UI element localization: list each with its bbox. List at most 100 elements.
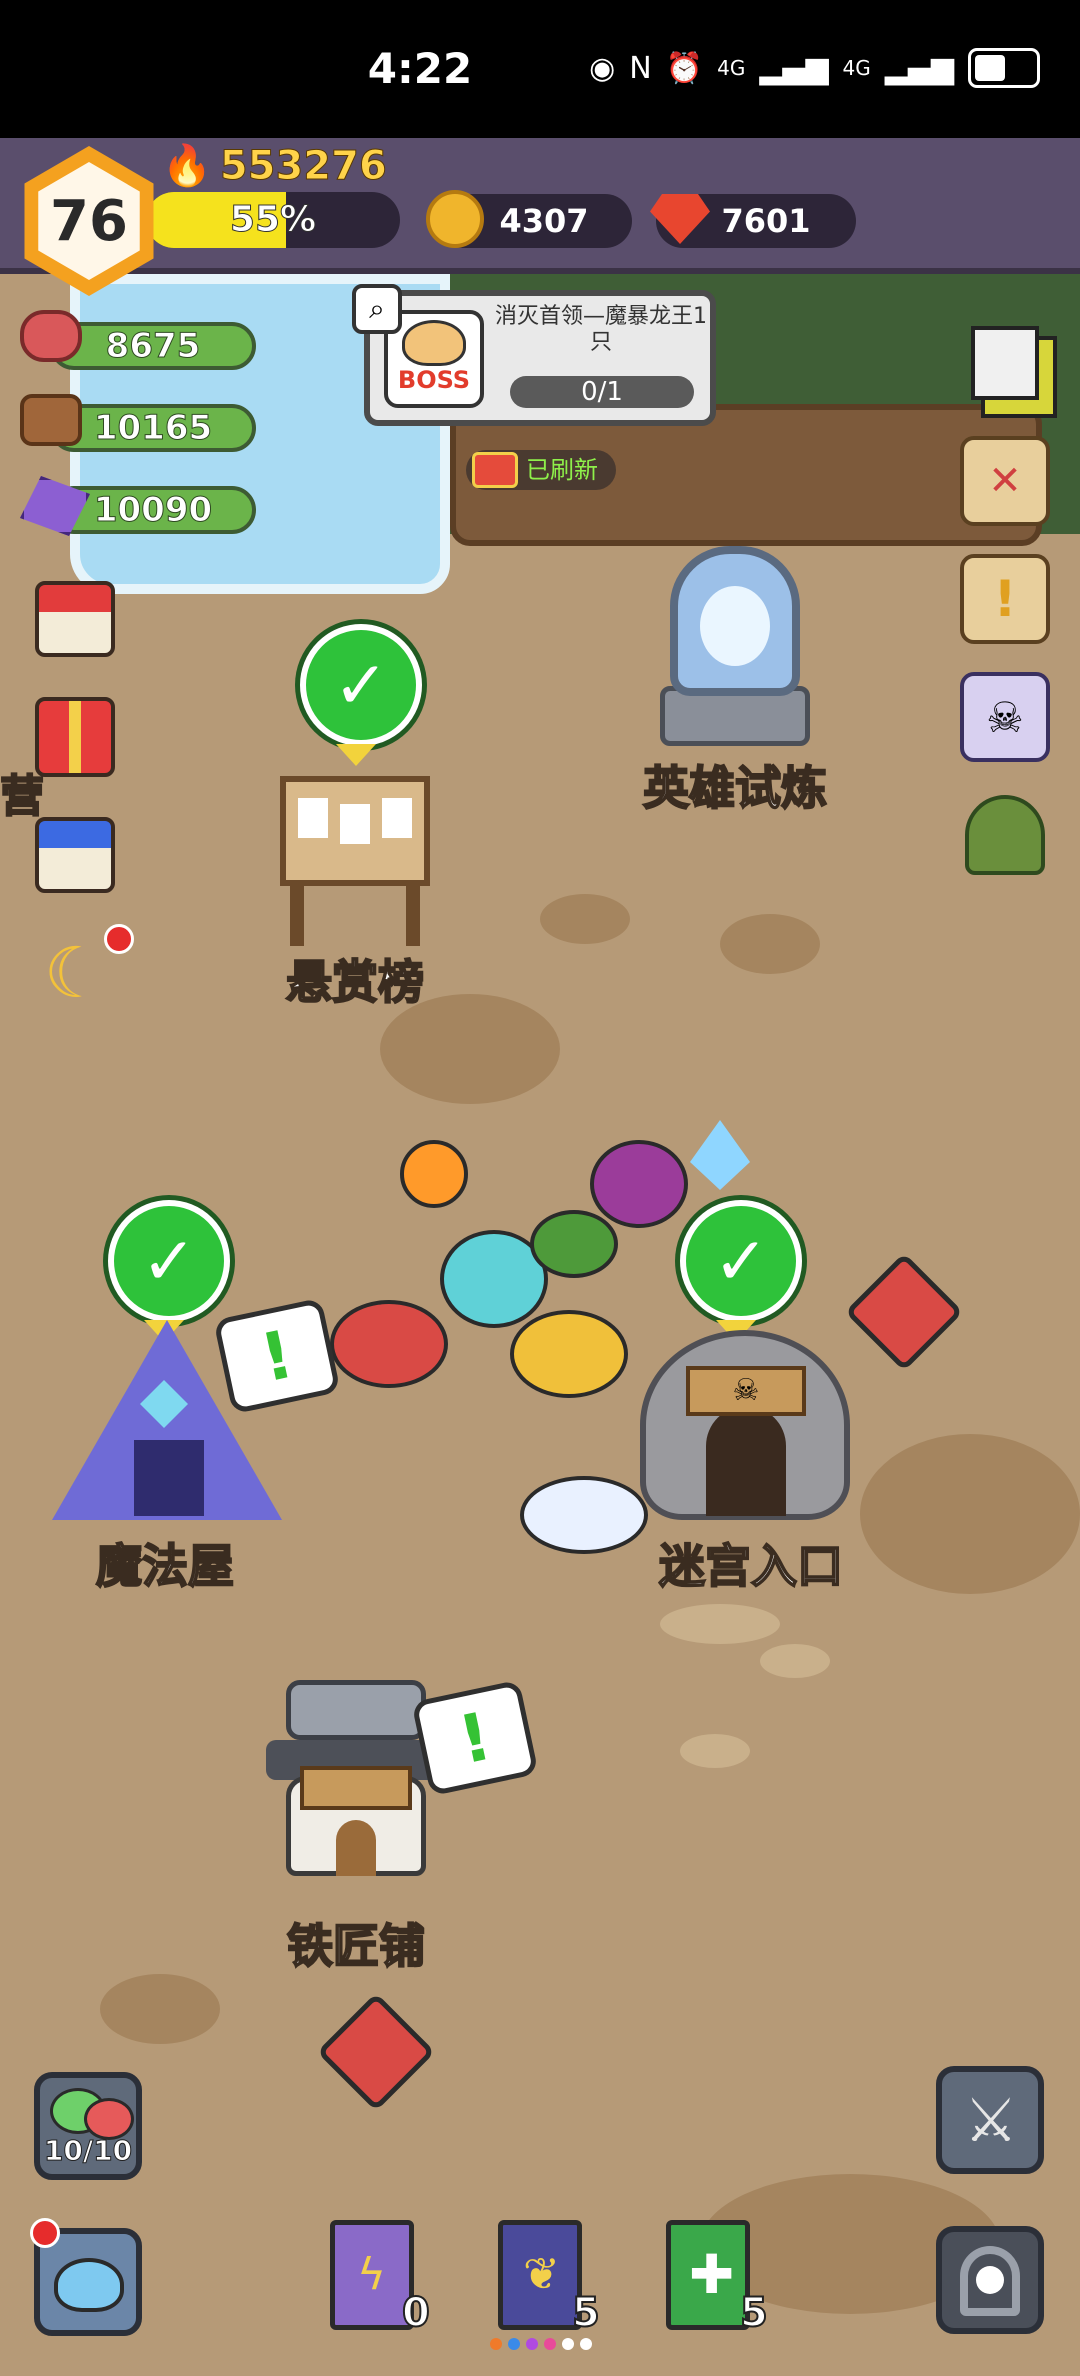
- slime-count: 10/10: [43, 2134, 133, 2168]
- ground-patch: [660, 1604, 780, 1644]
- signal-icon-1: ▂▄▆: [759, 50, 829, 86]
- ground-patch: [720, 914, 820, 974]
- lightning-icon: ϟ: [357, 2249, 387, 2300]
- quest-scroll-button[interactable]: !: [960, 554, 1050, 644]
- magic-house-label: 魔法屋: [95, 1538, 235, 1594]
- blue-slime-icon: [54, 2258, 124, 2312]
- crystal-value: 10090: [93, 490, 213, 531]
- anvil-sign-icon: [300, 1766, 412, 1810]
- meat-value: 8675: [105, 326, 201, 367]
- gold-display[interactable]: 4307: [426, 190, 632, 248]
- fire-orb-sprite: [400, 1140, 468, 1208]
- status-bar: 4:22 ◉ N ⏰ 4G ▂▄▆ 4G ▂▄▆: [0, 0, 1080, 138]
- boss-quest-title: 消灭首领—魔暴龙王1只: [495, 304, 707, 355]
- exp-percent: 55%: [229, 199, 317, 241]
- gift-icon: [35, 697, 115, 777]
- map-icon: ✕: [988, 458, 1022, 504]
- network-1-label: 4G: [717, 56, 746, 80]
- notification-dot: [104, 924, 134, 954]
- cave-door: [706, 1406, 786, 1516]
- bounty-board-label: 悬赏榜: [285, 954, 425, 1010]
- bounty-check-icon: ✓: [300, 624, 422, 746]
- refresh-status[interactable]: 已刷新: [466, 450, 616, 490]
- gold-book-button[interactable]: ❦: [498, 2220, 582, 2330]
- ground-patch: [860, 1434, 1080, 1594]
- gem-value: 7601: [721, 202, 811, 240]
- paper-note: [298, 798, 328, 838]
- battery-icon: [968, 48, 1040, 88]
- maze-entrance-building[interactable]: ☠: [640, 1330, 850, 1520]
- green-book-button[interactable]: ✚: [666, 2220, 750, 2330]
- exp-bar: 55%: [146, 192, 400, 248]
- shop-button[interactable]: [30, 574, 120, 664]
- notification-dot: [30, 2218, 60, 2248]
- discount-shop-button[interactable]: [30, 810, 120, 900]
- tree-house-icon: [965, 795, 1045, 875]
- exclamation-scroll-icon: !: [993, 570, 1017, 628]
- discount-shop-icon: [35, 817, 115, 893]
- potion-button[interactable]: ☠: [960, 672, 1050, 762]
- wood-log-icon: [20, 394, 82, 446]
- gold-value: 4307: [499, 202, 589, 240]
- board-leg: [290, 886, 304, 946]
- portal-gate-button[interactable]: [936, 2226, 1044, 2334]
- wood-value: 10165: [93, 408, 213, 449]
- gate-light: [976, 2266, 1004, 2294]
- green-book-count: 5: [739, 2289, 769, 2337]
- gold-coin-icon: [426, 190, 484, 248]
- slime-team-button[interactable]: 10/10: [34, 2072, 142, 2180]
- forge-door: [336, 1820, 376, 1876]
- skull-potion-icon: ☠: [986, 692, 1024, 742]
- ground-patch: [540, 894, 630, 944]
- cards-button[interactable]: [960, 318, 1050, 408]
- network-2-label: 4G: [842, 56, 871, 80]
- flame-icon: 🔥: [162, 143, 213, 190]
- hero-sprite: [510, 1310, 628, 1398]
- meat-icon: [20, 310, 82, 362]
- equipment-button[interactable]: ⚔: [936, 2066, 1044, 2174]
- ground-patch: [100, 1974, 220, 2044]
- bounty-board-building[interactable]: [280, 766, 430, 946]
- hero-trial-building[interactable]: [640, 546, 830, 756]
- gem-display[interactable]: 7601: [650, 194, 856, 248]
- bounty-pointer-icon: [336, 744, 376, 766]
- maze-check-icon: ✓: [680, 1200, 802, 1322]
- plus-cross-icon: ✚: [689, 2243, 735, 2306]
- boss-badge: BOSS: [397, 366, 471, 394]
- magic-house-check-icon: ✓: [108, 1200, 230, 1322]
- treasure-map-button[interactable]: ✕: [960, 436, 1050, 526]
- status-icons: ◉ N ⏰ 4G ▂▄▆ 4G ▂▄▆: [589, 48, 1040, 88]
- cards-icon: [971, 326, 1039, 400]
- hero-sprite: [530, 1210, 618, 1278]
- eye-icon: ◉: [589, 50, 616, 86]
- book-progress-dots: [490, 2338, 592, 2350]
- hero-sprite: [330, 1300, 448, 1388]
- maze-entrance-label: 迷宫入口: [658, 1538, 844, 1594]
- ground-patch: [760, 1644, 830, 1678]
- player-level-value: 76: [38, 162, 140, 280]
- anvil-top: [286, 1680, 426, 1740]
- ground-patch: [680, 1734, 750, 1768]
- paper-note: [382, 798, 412, 838]
- gold-book-count: 5: [571, 2289, 601, 2337]
- nfc-icon: N: [629, 50, 652, 86]
- search-icon[interactable]: ⌕: [352, 284, 402, 334]
- board-leg: [406, 886, 420, 946]
- hero-party[interactable]: [320, 1080, 750, 1430]
- shop-icon: [35, 581, 115, 657]
- boss-quest-card[interactable]: BOSS 消灭首领—魔暴龙王1只 0/1: [364, 290, 716, 426]
- lightning-book-count: 0: [401, 2289, 431, 2337]
- house-button[interactable]: [960, 790, 1050, 880]
- sword-shield-icon: ⚔: [964, 2086, 1018, 2156]
- skull-icon: [402, 320, 466, 366]
- power-display: 🔥 553276: [162, 142, 388, 190]
- portal-glow: [700, 586, 770, 666]
- alarm-icon: ⏰: [665, 50, 704, 86]
- boss-quest-progress: 0/1: [510, 376, 694, 408]
- tent-door: [134, 1440, 204, 1516]
- hero-trial-label: 英雄试炼: [642, 760, 828, 816]
- refresh-label: 已刷新: [526, 456, 598, 484]
- gift-button[interactable]: [30, 692, 120, 782]
- blacksmith-label: 铁匠铺: [286, 1918, 426, 1974]
- hero-sprite: [590, 1140, 688, 1228]
